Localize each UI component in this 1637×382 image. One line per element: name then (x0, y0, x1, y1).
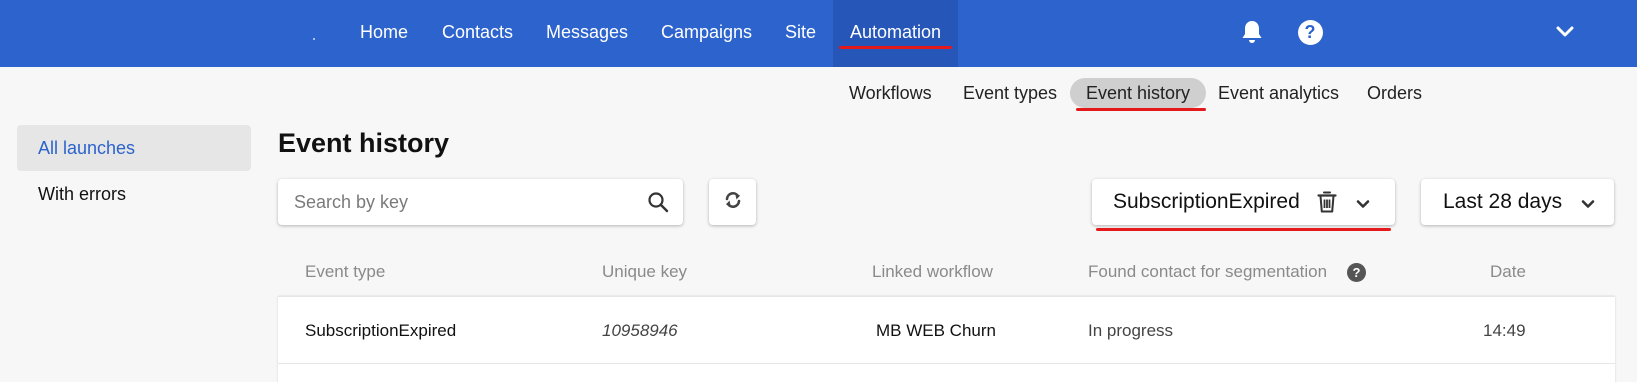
event-table: SubscriptionExpired 10958946 MB WEB Chur… (278, 296, 1615, 382)
column-header-date: Date (1490, 262, 1526, 281)
help-icon-glyph: ? (1297, 19, 1323, 45)
subnav-event-history[interactable]: Event history (1070, 78, 1207, 111)
search-input[interactable] (278, 179, 648, 225)
refresh-button[interactable] (709, 179, 756, 225)
info-icon[interactable]: ? (1347, 263, 1366, 282)
chevron-down-icon[interactable] (1551, 18, 1579, 46)
active-underline (1096, 228, 1391, 231)
refresh-icon (723, 190, 743, 215)
search-icon[interactable] (647, 191, 669, 218)
column-header-linked-workflow: Linked workflow (872, 262, 993, 281)
search-box (278, 179, 683, 225)
cell-date: 14:49 (1483, 321, 1526, 340)
top-navigation-bar: Home Contacts Messages Campaigns Site Au… (0, 0, 1637, 67)
page-title: Event history (278, 128, 450, 158)
nav-campaigns[interactable]: Campaigns (661, 0, 752, 67)
event-type-filter-value: SubscriptionExpired (1113, 190, 1300, 213)
trash-icon[interactable] (1316, 190, 1338, 219)
chevron-down-icon (1581, 196, 1595, 214)
event-type-filter[interactable]: SubscriptionExpired (1092, 179, 1395, 231)
cell-found-contact: In progress (1088, 321, 1174, 340)
active-underline (1076, 108, 1207, 111)
cell-event-type: SubscriptionExpired (305, 321, 457, 340)
help-icon[interactable]: ? (1296, 18, 1324, 46)
subnav-workflows[interactable]: Workflows (849, 78, 932, 108)
cell-unique-key: 10958946 (602, 321, 678, 340)
subnav-orders[interactable]: Orders (1367, 78, 1422, 108)
subnav-event-types[interactable]: Event types (963, 78, 1057, 108)
date-range-value: Last 28 days (1443, 190, 1563, 213)
column-header-unique-key: Unique key (602, 262, 688, 281)
nav-site[interactable]: Site (785, 0, 816, 67)
active-underline (839, 46, 953, 49)
column-header-event-type: Event type (305, 262, 386, 281)
sidebar-item-all-launches[interactable]: All launches (17, 125, 251, 171)
nav-automation-label: Automation (850, 22, 942, 42)
logo-placeholder (313, 38, 315, 40)
nav-messages[interactable]: Messages (546, 0, 628, 67)
cell-linked-workflow[interactable]: MB WEB Churn (876, 297, 996, 364)
column-header-found-contact: Found contact for segmentation (1088, 262, 1328, 281)
chevron-down-icon[interactable] (1356, 196, 1370, 214)
subnav-event-history-label: Event history (1086, 83, 1191, 103)
nav-automation[interactable]: Automation (833, 0, 959, 67)
nav-contacts[interactable]: Contacts (442, 0, 513, 67)
date-range-select[interactable]: Last 28 days (1421, 179, 1614, 225)
nav-home[interactable]: Home (360, 0, 408, 67)
subnav-event-analytics[interactable]: Event analytics (1218, 78, 1339, 108)
sidebar-item-with-errors[interactable]: With errors (17, 171, 251, 217)
bell-icon[interactable] (1238, 18, 1266, 46)
table-row[interactable]: SubscriptionExpired 10958946 MB WEB Chur… (278, 297, 1615, 364)
